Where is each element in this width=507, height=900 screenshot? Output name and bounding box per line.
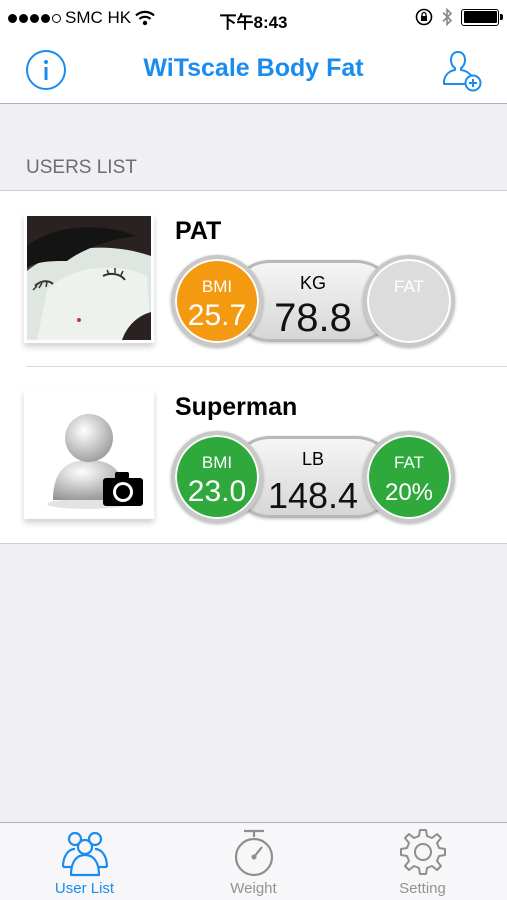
section-header: USERS LIST bbox=[26, 157, 137, 178]
tab-label: Weight bbox=[230, 880, 277, 897]
add-user-icon bbox=[443, 51, 482, 92]
gear-icon bbox=[400, 829, 446, 875]
fat-badge: FAT 20% bbox=[363, 431, 455, 523]
tab-bar: User List Weight Setting bbox=[0, 822, 507, 900]
tab-weight[interactable]: Weight bbox=[169, 823, 338, 900]
fat-value: 20% bbox=[384, 479, 434, 506]
tab-setting[interactable]: Setting bbox=[338, 823, 507, 900]
bmi-value: 25.7 bbox=[187, 299, 247, 332]
users-icon bbox=[61, 831, 109, 877]
user-name: Superman bbox=[175, 393, 298, 421]
stopwatch-icon bbox=[234, 829, 274, 877]
navigation-bar: WiTscale Body Fat bbox=[0, 38, 507, 104]
user-name: PAT bbox=[175, 217, 222, 245]
bmi-badge: BMI 23.0 bbox=[171, 431, 263, 523]
user-avatar-default[interactable] bbox=[24, 389, 154, 519]
user-metrics: LB 148.4 BMI 23.0 FAT 20% bbox=[171, 429, 457, 525]
fat-badge: FAT bbox=[363, 255, 455, 347]
users-list: PAT KG 78.8 BMI 25.7 FAT Superman LB 148… bbox=[0, 190, 507, 544]
bmi-badge: BMI 25.7 bbox=[171, 255, 263, 347]
user-avatar-photo[interactable] bbox=[24, 213, 154, 343]
battery-icon bbox=[461, 8, 503, 26]
bmi-label: BMI bbox=[201, 277, 233, 296]
bmi-label: BMI bbox=[201, 453, 233, 472]
status-bar: SMC HK 下午8:43 bbox=[0, 0, 507, 38]
tab-label: User List bbox=[54, 880, 115, 897]
user-row-pat[interactable]: PAT KG 78.8 BMI 25.7 FAT bbox=[0, 191, 507, 367]
default-user-camera-icon bbox=[27, 392, 151, 516]
add-user-button[interactable] bbox=[440, 48, 484, 92]
tab-user-list[interactable]: User List bbox=[0, 823, 169, 900]
avatar-photo bbox=[27, 216, 151, 340]
status-right bbox=[415, 7, 503, 27]
user-row-superman[interactable]: Superman LB 148.4 BMI 23.0 FAT 20% bbox=[0, 367, 507, 543]
user-metrics: KG 78.8 BMI 25.7 FAT bbox=[171, 253, 457, 349]
rotation-lock-icon bbox=[415, 8, 433, 26]
page-title: WiTscale Body Fat bbox=[143, 54, 364, 82]
bluetooth-icon bbox=[442, 7, 453, 27]
fat-label: FAT bbox=[394, 453, 424, 472]
tab-label: Setting bbox=[399, 880, 446, 897]
fat-label: FAT bbox=[394, 277, 424, 296]
bmi-value: 23.0 bbox=[187, 475, 247, 508]
